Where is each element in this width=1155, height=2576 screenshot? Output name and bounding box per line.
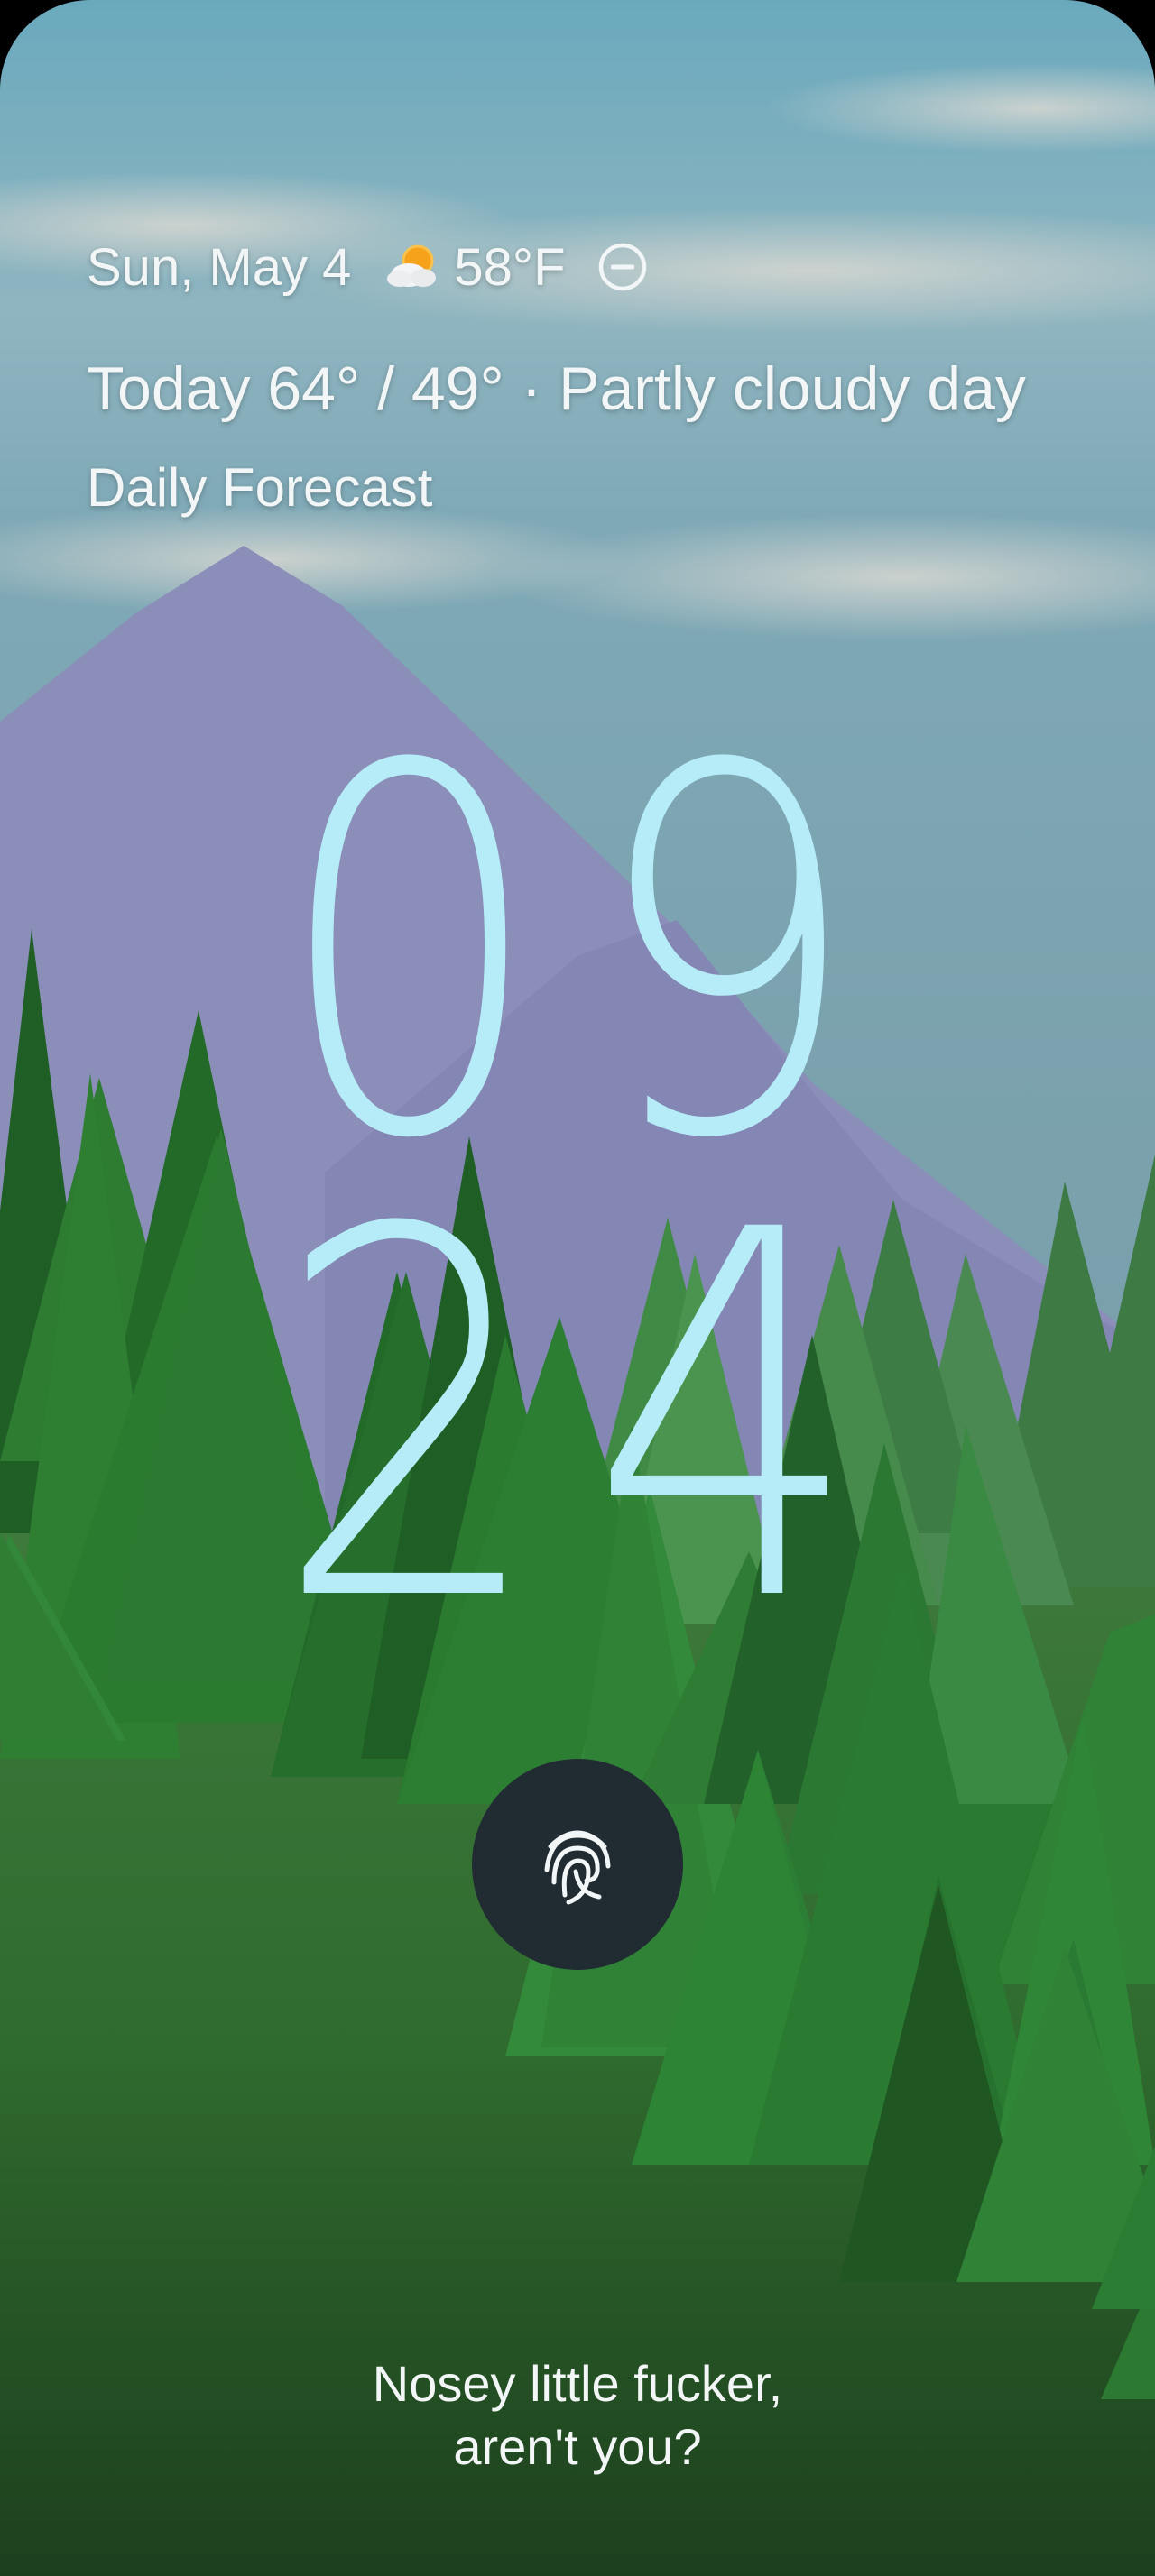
clock-hours: 0 9 — [0, 698, 1150, 1167]
do-not-disturb-icon — [598, 243, 646, 291]
owner-message-line-2: aren't you? — [453, 2418, 702, 2475]
clock-minutes: 2 4 — [0, 1162, 1150, 1631]
date-weather-row[interactable]: Sun, May 4 58°F — [87, 233, 649, 301]
clock-hour-digit-1: 0 — [274, 698, 545, 1167]
fingerprint-unlock-button[interactable] — [472, 1759, 683, 1970]
owner-message: Nosey little fucker, aren't you? — [0, 2352, 1155, 2479]
forecast-summary[interactable]: Today 64° / 49° · Partly cloudy day — [87, 354, 1026, 424]
partly-cloudy-icon — [387, 244, 437, 287]
daily-forecast-link[interactable]: Daily Forecast — [87, 456, 432, 519]
fingerprint-icon — [544, 1830, 611, 1905]
owner-message-line-1: Nosey little fucker, — [372, 2355, 783, 2412]
lockscreen: Sun, May 4 58°F Today 64° / 49° · Partly… — [0, 0, 1155, 2576]
temperature-label: 58°F — [454, 237, 566, 297]
clock-minute-digit-1: 2 — [274, 1162, 545, 1631]
clock-minute-digit-2: 4 — [590, 1162, 861, 1631]
clock-hour-digit-2: 9 — [590, 698, 861, 1167]
date-label: Sun, May 4 — [87, 237, 352, 297]
